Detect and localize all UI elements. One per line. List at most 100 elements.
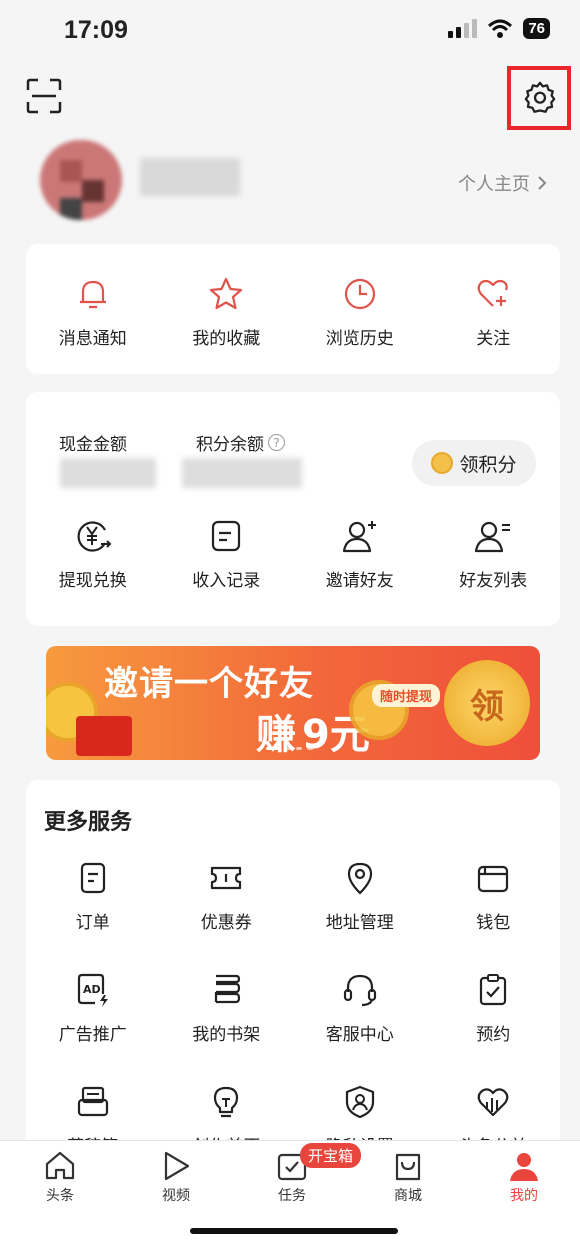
service-ads[interactable]: AD 广告推广: [26, 970, 160, 1045]
wallet-action-label: 邀请好友: [325, 571, 394, 591]
points-amount: [182, 458, 302, 488]
coupon-icon: [211, 866, 242, 890]
battery-indicator: 76: [523, 18, 550, 39]
tab-label: 头条: [46, 1188, 74, 1204]
wifi-icon: [488, 19, 513, 38]
quick-action-history[interactable]: 浏览历史: [293, 274, 427, 349]
banner-pagination: [266, 747, 313, 750]
charity-icon: [477, 1088, 509, 1117]
record-icon: [212, 520, 241, 552]
clock-icon: [344, 278, 375, 310]
service-address[interactable]: 地址管理: [293, 858, 427, 933]
ad-icon: AD: [77, 973, 108, 1007]
wallet-action-label: 收入记录: [192, 571, 261, 591]
quick-action-label: 浏览历史: [325, 329, 394, 349]
tab-label: 视频: [162, 1188, 190, 1204]
help-icon[interactable]: ?: [268, 434, 285, 451]
status-icons: 76: [447, 18, 550, 39]
claim-points-label: 领积分: [459, 453, 517, 476]
service-label: 客服中心: [325, 1025, 394, 1045]
tab-label: 我的: [510, 1188, 538, 1204]
wallet-action-invite[interactable]: 邀请好友: [293, 516, 427, 591]
red-packet-icon: [76, 716, 132, 756]
bell-icon: [79, 280, 106, 309]
coin-icon: [431, 452, 454, 474]
shopping-bag-icon: [395, 1153, 421, 1181]
cash-amount: [60, 458, 156, 488]
tab-label: 商城: [394, 1188, 422, 1204]
homepage-link-label: 个人主页: [458, 174, 530, 195]
quick-action-notifications[interactable]: 消息通知: [26, 274, 160, 349]
tab-mall[interactable]: 商城: [350, 1149, 466, 1205]
home-icon: [45, 1151, 75, 1180]
points-label: 积分余额: [196, 435, 264, 455]
homepage-link[interactable]: 个人主页: [458, 170, 548, 196]
service-wallet[interactable]: 钱包: [427, 858, 561, 933]
settings-gear-icon[interactable]: [523, 80, 557, 114]
invite-banner[interactable]: 邀请一个好友 赚 9元 随时提现 领: [46, 646, 540, 760]
clipboard-check-icon: [480, 974, 507, 1006]
tab-video[interactable]: 视频: [118, 1149, 234, 1205]
heart-plus-icon: [477, 279, 509, 307]
user-icon: [510, 1153, 538, 1181]
tab-mine[interactable]: 我的: [466, 1149, 580, 1205]
play-icon: [164, 1151, 190, 1181]
banner-earn: 赚: [256, 712, 296, 758]
quick-action-favorites[interactable]: 我的收藏: [160, 274, 294, 349]
svg-text:AD: AD: [83, 983, 101, 996]
service-label: 我的书架: [192, 1025, 261, 1045]
bottom-tab-bar: 头条 视频 任务 开宝箱 商城 我的: [0, 1140, 580, 1242]
more-services-card: 更多服务 订单 优惠券 地址管理 钱包 AD 广告推广 我的书架 客服中心 预约: [26, 780, 560, 1160]
claim-points-button[interactable]: 领积分: [412, 440, 536, 486]
quick-action-label: 关注: [476, 329, 511, 349]
friend-list-icon: [475, 521, 511, 553]
bookshelf-icon: [215, 974, 241, 1004]
chevron-right-icon: [538, 176, 547, 190]
service-label: 订单: [75, 913, 110, 933]
add-friend-icon: [342, 521, 376, 553]
yuan-exchange-icon: [77, 521, 112, 552]
headset-icon: [343, 974, 376, 1007]
quick-actions-card: 消息通知 我的收藏 浏览历史 关注: [26, 244, 560, 374]
quick-action-follow[interactable]: 关注: [427, 274, 561, 349]
order-icon: [80, 862, 105, 894]
lightbulb-icon: [214, 1086, 239, 1118]
wallet-icon: [478, 865, 509, 893]
service-label: 地址管理: [325, 913, 394, 933]
wallet-card: 现金金额 积分余额 ? 领积分 提现兑换 收入记录 邀请好友 好友列表: [26, 392, 560, 626]
tab-home[interactable]: 头条: [2, 1149, 118, 1205]
wallet-action-label: 好友列表: [459, 571, 528, 591]
service-coupons[interactable]: 优惠券: [160, 858, 294, 933]
cash-label: 现金金额: [59, 435, 127, 455]
service-label: 优惠券: [200, 913, 252, 933]
banner-headline: 邀请一个好友: [104, 664, 314, 704]
banner-claim-coin[interactable]: 领: [444, 660, 530, 746]
status-time: 17:09: [64, 16, 128, 44]
signal-icon: [448, 18, 478, 38]
drafts-icon: [77, 1086, 108, 1117]
service-label: 预约: [476, 1025, 511, 1045]
service-orders[interactable]: 订单: [26, 858, 160, 933]
services-title: 更多服务: [44, 810, 133, 835]
location-pin-icon: [347, 862, 372, 895]
service-support[interactable]: 客服中心: [293, 970, 427, 1045]
wallet-action-withdraw[interactable]: 提现兑换: [26, 516, 160, 591]
home-indicator: [190, 1228, 398, 1234]
wallet-action-friend-list[interactable]: 好友列表: [427, 516, 561, 591]
wallet-action-income[interactable]: 收入记录: [160, 516, 294, 591]
service-reservation[interactable]: 预约: [427, 970, 561, 1045]
points-label-row: 积分余额 ?: [196, 430, 285, 455]
shield-user-icon: [345, 1085, 374, 1119]
scan-icon[interactable]: [26, 78, 62, 114]
banner-tag: 随时提现: [372, 684, 441, 707]
star-icon: [210, 277, 243, 310]
service-bookshelf[interactable]: 我的书架: [160, 970, 294, 1045]
quick-action-label: 我的收藏: [192, 329, 261, 349]
quick-action-label: 消息通知: [58, 329, 127, 349]
avatar[interactable]: [40, 140, 122, 220]
wallet-action-label: 提现兑换: [58, 571, 127, 591]
username: [140, 158, 240, 196]
tab-label: 任务: [278, 1188, 306, 1204]
service-label: 广告推广: [58, 1025, 127, 1045]
service-label: 钱包: [476, 913, 511, 933]
